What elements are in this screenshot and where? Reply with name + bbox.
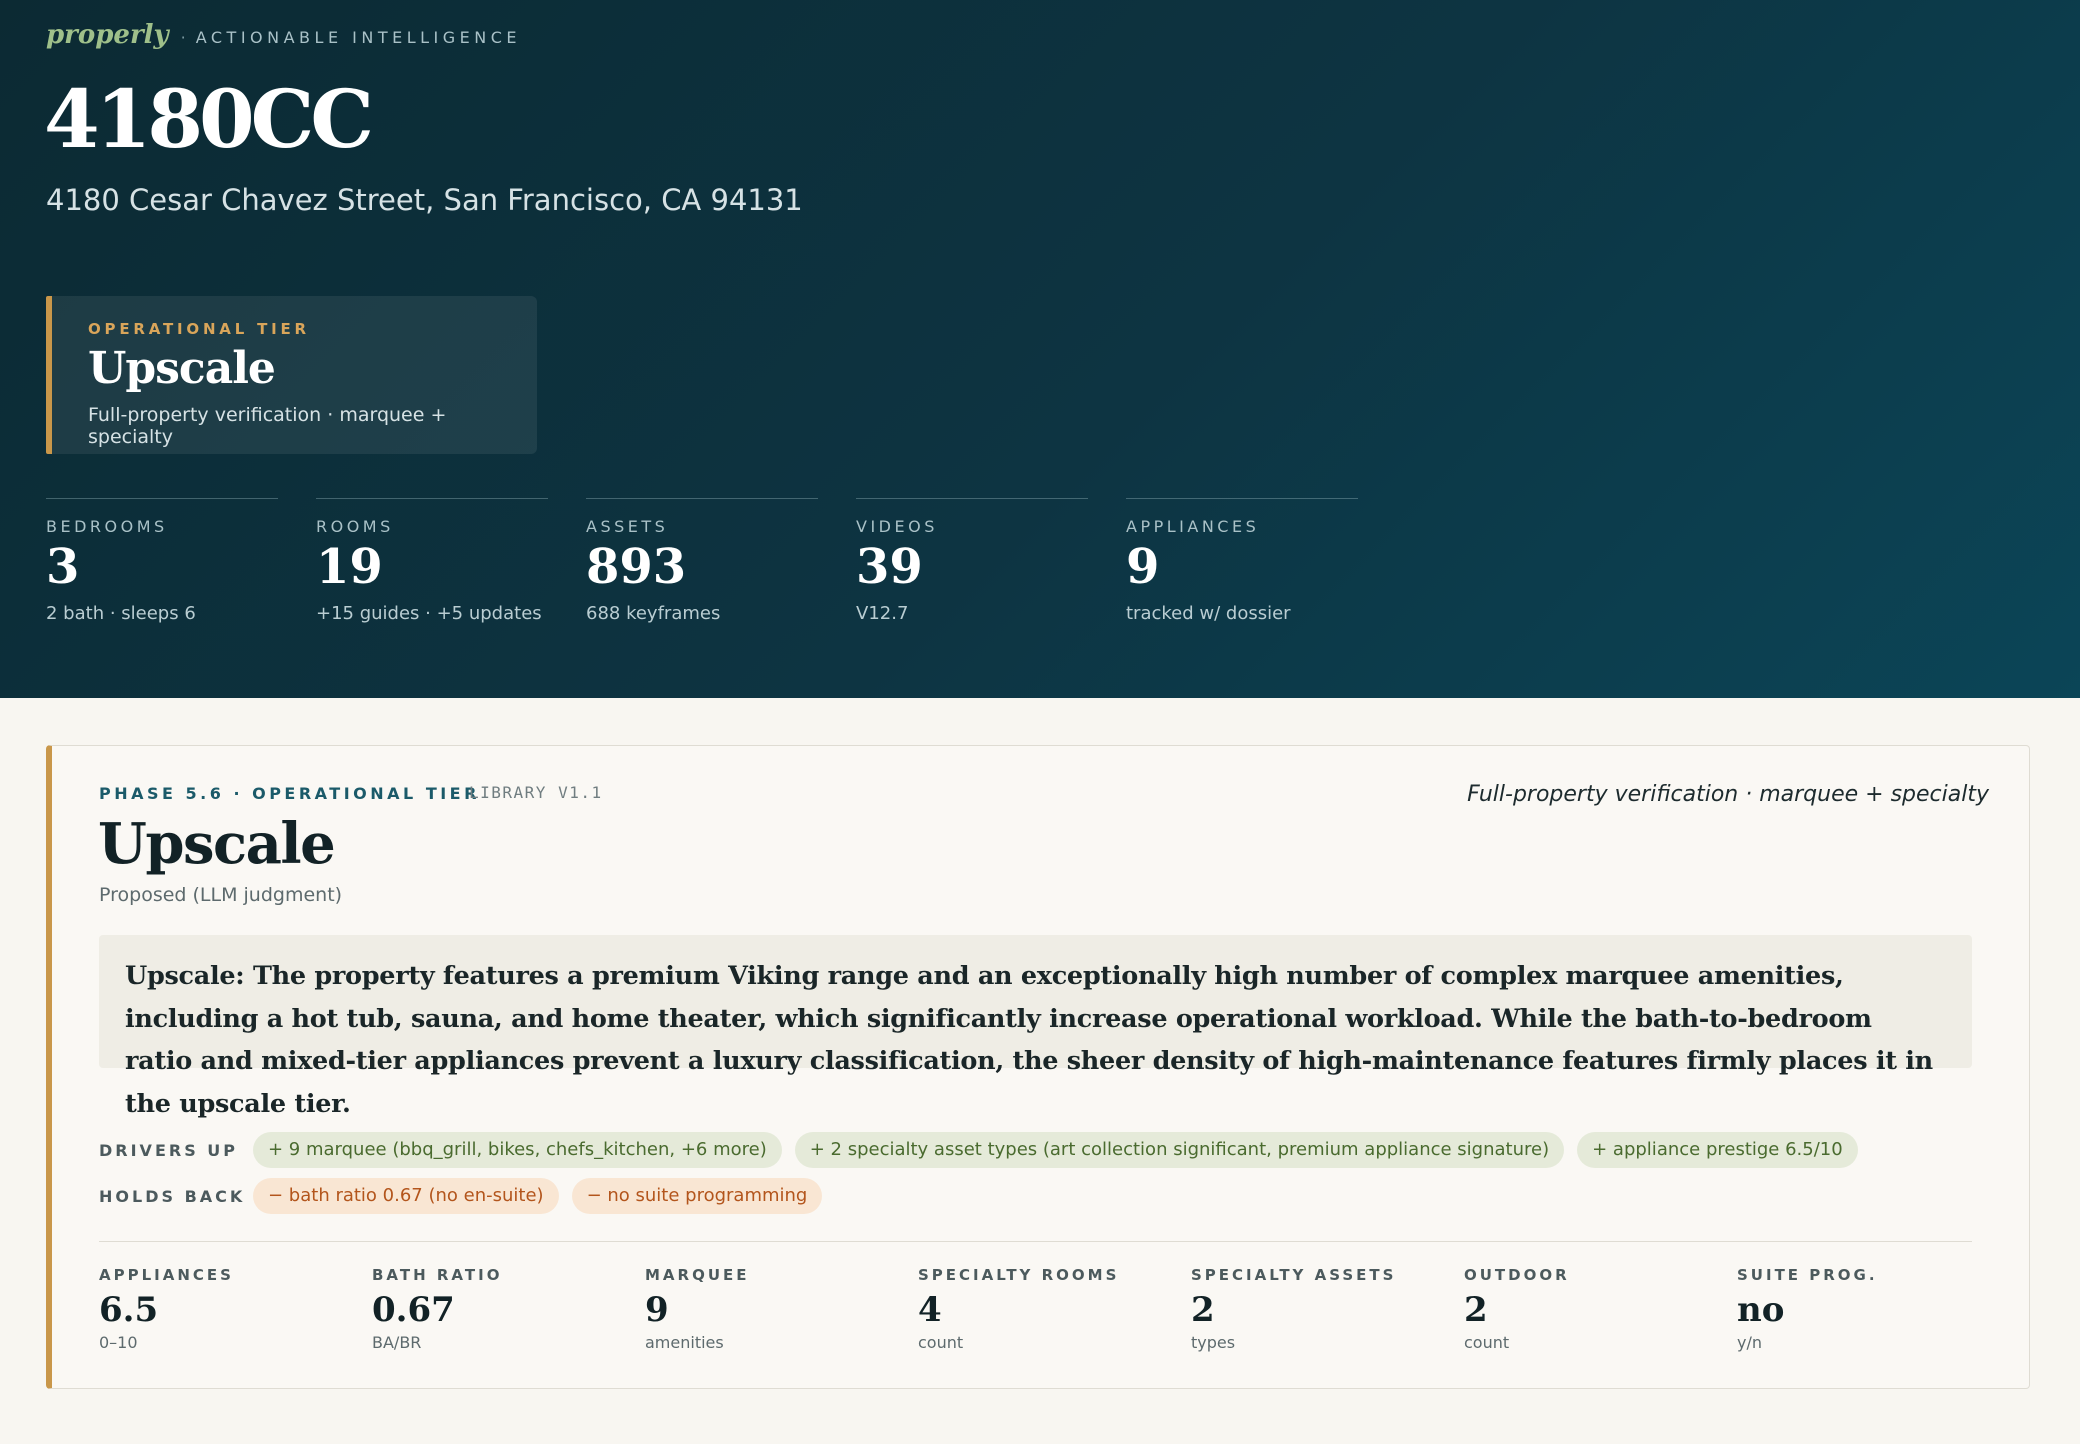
metric-value: 2 [1464,1290,1488,1330]
phase-label: PHASE 5.6 · OPERATIONAL TIER [99,784,480,803]
tier-description: Full-property verification · marquee + s… [1467,782,1989,807]
property-hero: properly · ACTIONABLE INTELLIGENCE 4180C… [0,0,2080,698]
driver-up-chip: + 2 specialty asset types (art collectio… [794,1132,1565,1168]
metric-unit: types [1191,1333,1236,1352]
stat-sub: +15 guides · +5 updates [316,603,542,624]
tier-card-name: Upscale [88,343,276,394]
operational-tier-panel: PHASE 5.6 · OPERATIONAL TIER LIBRARY V1.… [46,745,2030,1389]
metric-value: 0.67 [372,1290,455,1330]
metric-unit: y/n [1737,1333,1762,1352]
stat-value: 9 [1126,539,1160,595]
proposed-note: Proposed (LLM judgment) [99,884,343,906]
metric-label: SUITE PROG. [1737,1266,1878,1284]
stat-label: ASSETS [586,517,669,536]
holds-back-chip: − bath ratio 0.67 (no en-suite) [253,1178,559,1214]
stat-value: 19 [316,539,383,595]
metric-value: 9 [645,1290,669,1330]
holds-back-label: HOLDS BACK [99,1186,246,1206]
metric-label: MARQUEE [645,1266,750,1284]
tier-card-label: OPERATIONAL TIER [88,320,310,338]
stat-label: APPLIANCES [1126,517,1260,536]
metric-unit: BA/BR [372,1333,422,1352]
metric-label: SPECIALTY ROOMS [918,1266,1120,1284]
drivers-up-row: DRIVERS UP + 9 marquee (bbq_grill, bikes… [99,1132,1871,1168]
tier-rationale: Upscale: The property features a premium… [99,935,1972,1119]
stat-appliances: APPLIANCES 9 tracked w/ dossier [1126,498,1358,628]
property-code-title: 4180CC [44,72,374,166]
metric-value: 2 [1191,1290,1215,1330]
stat-sub: V12.7 [856,603,909,624]
metric-marquee: MARQUEE 9 amenities [645,1266,905,1352]
brand-logo[interactable]: properly [46,20,169,50]
stat-assets: ASSETS 893 688 keyframes [586,498,818,628]
driver-up-chip: + appliance prestige 6.5/10 [1577,1132,1858,1168]
stat-label: VIDEOS [856,517,938,536]
library-version: LIBRARY V1.1 [469,783,603,802]
metric-specialty-assets: SPECIALTY ASSETS 2 types [1191,1266,1451,1352]
stat-videos: VIDEOS 39 V12.7 [856,498,1088,628]
metric-unit: amenities [645,1333,724,1352]
metric-value: no [1737,1290,1785,1330]
driver-up-chip: + 9 marquee (bbq_grill, bikes, chefs_kit… [253,1132,782,1168]
holds-back-row: HOLDS BACK − bath ratio 0.67 (no en-suit… [99,1178,835,1214]
metric-label: BATH RATIO [372,1266,503,1284]
brand-row: properly · ACTIONABLE INTELLIGENCE [46,20,521,50]
metric-suite-programming: SUITE PROG. no y/n [1737,1266,1997,1352]
rationale-text: Upscale: The property features a premium… [125,961,1933,1119]
tier-title: Upscale [98,811,336,877]
stat-label: BEDROOMS [46,517,168,536]
metric-unit: count [918,1333,964,1352]
stat-value: 893 [586,539,687,595]
metric-value: 4 [918,1290,942,1330]
metric-specialty-rooms: SPECIALTY ROOMS 4 count [918,1266,1178,1352]
brand-separator: · [180,28,186,47]
metric-label: OUTDOOR [1464,1266,1570,1284]
stat-bedrooms: BEDROOMS 3 2 bath · sleeps 6 [46,498,278,628]
metric-unit: count [1464,1333,1510,1352]
stat-sub: tracked w/ dossier [1126,603,1291,624]
metric-bath-ratio: BATH RATIO 0.67 BA/BR [372,1266,632,1352]
metric-label: APPLIANCES [99,1266,234,1284]
stat-sub: 2 bath · sleeps 6 [46,603,196,624]
holds-back-chip: − no suite programming [571,1178,823,1214]
metric-appliances: APPLIANCES 6.5 0–10 [99,1266,359,1352]
stat-value: 39 [856,539,923,595]
brand-tagline: ACTIONABLE INTELLIGENCE [195,28,522,47]
property-address: 4180 Cesar Chavez Street, San Francisco,… [46,183,803,217]
stat-rooms: ROOMS 19 +15 guides · +5 updates [316,498,548,628]
metrics-divider [99,1241,1972,1242]
metric-outdoor: OUTDOOR 2 count [1464,1266,1724,1352]
drivers-up-label: DRIVERS UP [99,1140,238,1160]
metric-value: 6.5 [99,1290,159,1330]
tier-card-description: Full-property verification · marquee + s… [88,404,447,448]
metric-label: SPECIALTY ASSETS [1191,1266,1397,1284]
stat-sub: 688 keyframes [586,603,721,624]
stat-value: 3 [46,539,80,595]
metric-unit: 0–10 [99,1333,138,1352]
stat-label: ROOMS [316,517,394,536]
operational-tier-card: OPERATIONAL TIER Upscale Full-property v… [46,296,537,454]
